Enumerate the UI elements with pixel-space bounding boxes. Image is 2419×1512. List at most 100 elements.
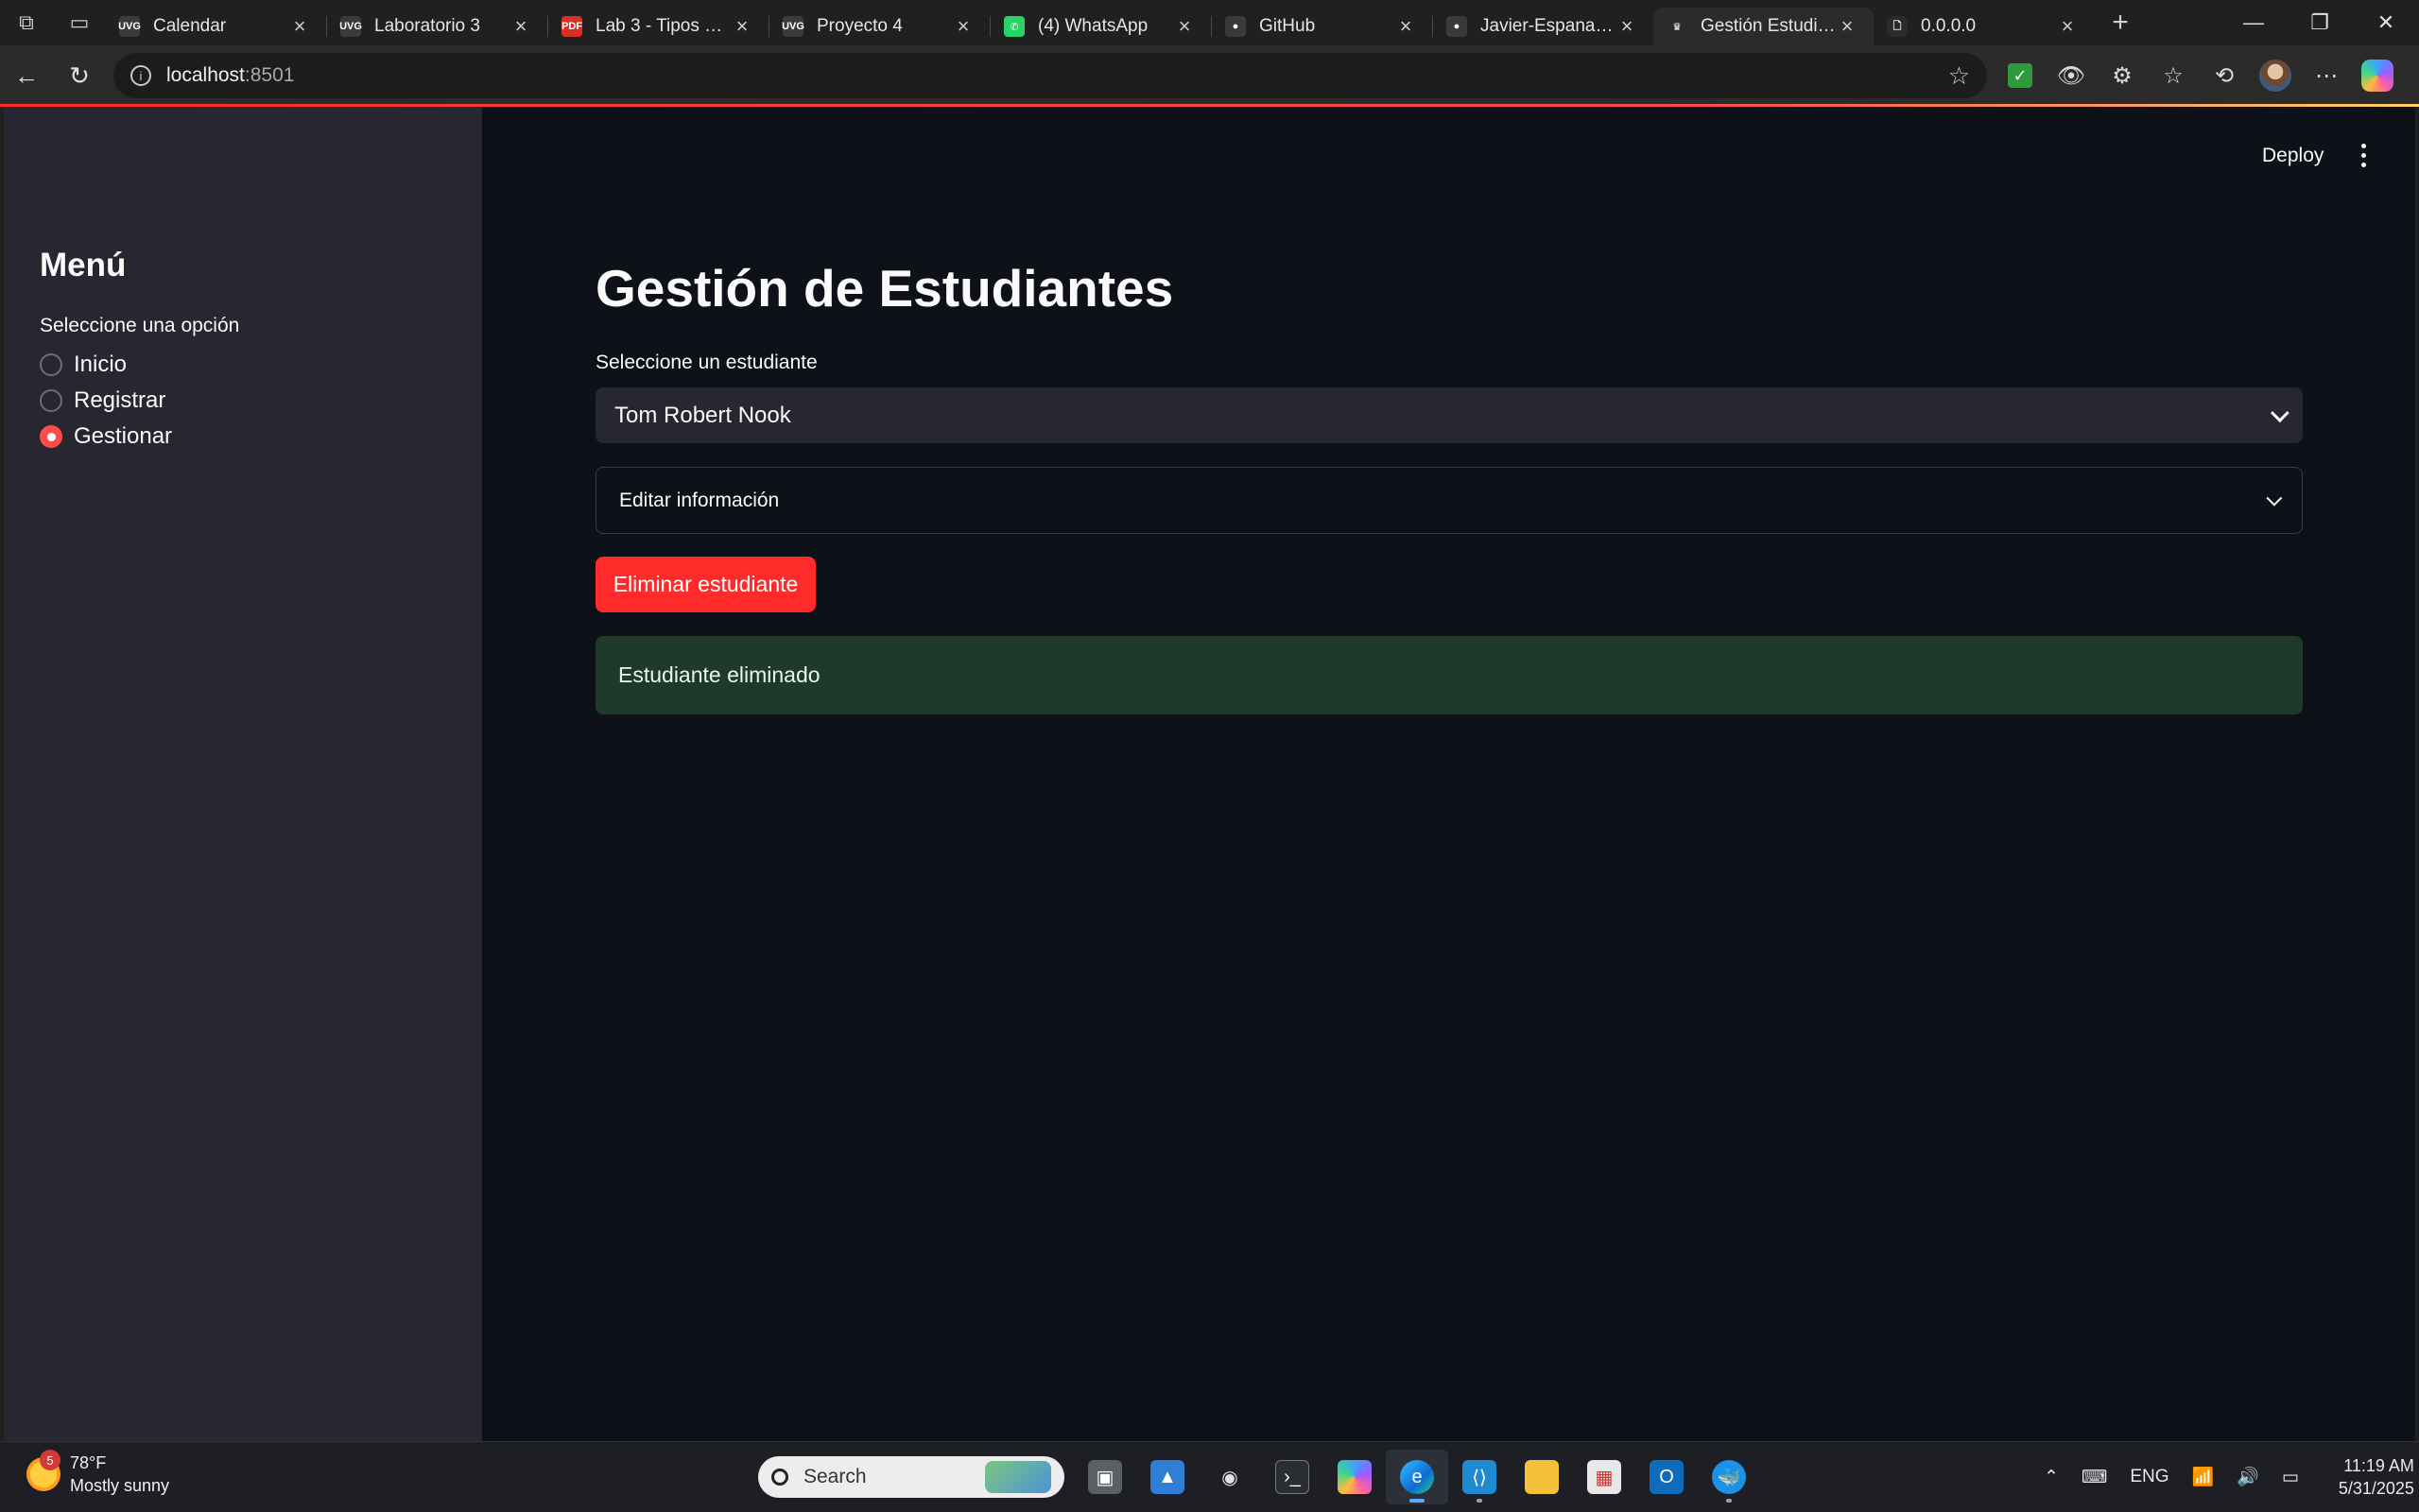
chevron-down-icon[interactable] bbox=[2266, 490, 2283, 507]
student-selectbox[interactable]: Tom Robert Nook bbox=[596, 387, 2303, 443]
restore-icon[interactable]: ❐ bbox=[2287, 0, 2353, 45]
start-button[interactable] bbox=[686, 1450, 749, 1504]
weather-text: 78°F Mostly sunny bbox=[70, 1452, 169, 1497]
window-controls: — ❐ ✕ bbox=[2220, 0, 2419, 45]
history-icon[interactable]: ⟲ bbox=[2199, 53, 2250, 98]
file-explorer-app[interactable] bbox=[1511, 1450, 1573, 1504]
keyboard-icon[interactable]: ⌨ bbox=[2082, 1467, 2107, 1488]
close-tab-icon[interactable]: × bbox=[1173, 14, 1196, 39]
terminal-icon: ›_ bbox=[1275, 1460, 1309, 1494]
browser-tab[interactable]: UVG Laboratorio 3 × bbox=[327, 8, 547, 45]
outlook-icon: O bbox=[1650, 1460, 1684, 1494]
edge-app[interactable]: e bbox=[1386, 1450, 1448, 1504]
close-tab-icon[interactable]: × bbox=[952, 14, 975, 39]
vscode-app[interactable]: ⟨⟩ bbox=[1448, 1450, 1511, 1504]
photos-app[interactable]: ▲ bbox=[1136, 1450, 1199, 1504]
alienware-app[interactable]: ◉ bbox=[1199, 1450, 1261, 1504]
address-bar[interactable]: i localhost:8501 ☆ bbox=[113, 53, 1987, 98]
favorite-star-icon[interactable]: ☆ bbox=[1948, 61, 1970, 91]
docker-app[interactable]: 🐳 bbox=[1698, 1450, 1760, 1504]
browser-tab[interactable]: ● Javier-Espana/DB × bbox=[1433, 8, 1653, 45]
search-highlight-image bbox=[985, 1461, 1051, 1493]
weather-temp: 78°F bbox=[70, 1453, 107, 1472]
browser-tab[interactable]: UVG Proyecto 4 × bbox=[769, 8, 990, 45]
tab-title: 0.0.0.0 bbox=[1921, 16, 1977, 36]
radio-circle-icon[interactable] bbox=[40, 353, 62, 376]
edit-info-expander[interactable]: Editar información bbox=[596, 467, 2303, 534]
taskbar-search[interactable]: Search bbox=[758, 1456, 1064, 1498]
outlook-app[interactable]: O bbox=[1635, 1450, 1698, 1504]
radio-option-gestionar[interactable]: Gestionar bbox=[40, 419, 172, 455]
tab-title: GitHub bbox=[1259, 16, 1316, 36]
language-indicator[interactable]: ENG bbox=[2130, 1467, 2168, 1487]
copilot-taskbar-icon bbox=[1338, 1460, 1372, 1494]
weather-desc: Mostly sunny bbox=[70, 1476, 170, 1495]
chevron-down-icon[interactable] bbox=[2270, 403, 2289, 422]
radio-option-label: Registrar bbox=[74, 387, 166, 413]
more-menu-icon[interactable]: ⋯ bbox=[2301, 53, 2352, 98]
success-message: Estudiante eliminado bbox=[618, 662, 821, 687]
radio-option-inicio[interactable]: Inicio bbox=[40, 347, 172, 383]
sidebar: Menú Seleccione una opción Inicio Regist… bbox=[4, 107, 482, 1441]
radio-option-registrar[interactable]: Registrar bbox=[40, 383, 172, 419]
close-tab-icon[interactable]: × bbox=[2056, 14, 2079, 39]
refresh-icon[interactable]: ↻ bbox=[53, 49, 106, 102]
vscode-icon: ⟨⟩ bbox=[1462, 1460, 1496, 1494]
browser-tab[interactable]: ● GitHub × bbox=[1212, 8, 1432, 45]
weather-widget[interactable]: 5 78°F Mostly sunny bbox=[26, 1450, 169, 1497]
browser-tab[interactable]: ✆ (4) WhatsApp × bbox=[991, 8, 1211, 45]
profile-avatar[interactable] bbox=[2250, 53, 2301, 98]
close-tab-icon[interactable]: × bbox=[1616, 14, 1638, 39]
deploy-button[interactable]: Deploy bbox=[2262, 145, 2324, 167]
extensions-icon[interactable]: ⚙ bbox=[2097, 53, 2148, 98]
selected-student-value: Tom Robert Nook bbox=[614, 402, 791, 428]
uvg-icon: UVG bbox=[339, 16, 362, 37]
close-tab-icon[interactable]: × bbox=[731, 14, 753, 39]
clock[interactable]: 11:19 AM 5/31/2025 bbox=[2327, 1454, 2419, 1500]
browser-tab[interactable]: UVG Calendar × bbox=[106, 8, 326, 45]
task-view-button[interactable]: ▣ bbox=[1074, 1450, 1136, 1504]
browser-extensions: ✓ 👁 ⚙ ☆ ⟲ ⋯ bbox=[1995, 53, 2403, 98]
close-tab-icon[interactable]: × bbox=[1836, 14, 1858, 39]
browser-tab[interactable]: PDF Lab 3 - Tipos de d × bbox=[548, 8, 769, 45]
workspaces-icon[interactable]: ⧉ bbox=[0, 0, 53, 45]
extension-check-icon[interactable]: ✓ bbox=[1995, 53, 2046, 98]
tab-actions-icon[interactable]: ▭ bbox=[53, 0, 106, 45]
tab-title: (4) WhatsApp bbox=[1038, 16, 1149, 36]
clock-time: 11:19 AM bbox=[2343, 1456, 2414, 1475]
radio-circle-icon[interactable] bbox=[40, 389, 62, 412]
close-tab-icon[interactable]: × bbox=[1394, 14, 1417, 39]
browser-tab[interactable]: ♛ Gestión Estudiant × bbox=[1653, 8, 1874, 45]
tab-title: Laboratorio 3 bbox=[374, 16, 480, 36]
radio-option-label: Gestionar bbox=[74, 423, 173, 449]
delete-student-button[interactable]: Eliminar estudiante bbox=[596, 557, 816, 612]
tab-title: Proyecto 4 bbox=[817, 16, 903, 36]
main-menu-icon[interactable] bbox=[2352, 141, 2375, 169]
browser-tab[interactable]: 🗋 0.0.0.0 × bbox=[1874, 8, 2094, 45]
uvg-icon: UVG bbox=[782, 16, 804, 37]
taskbar-apps: Search ▣ ▲ ◉ ›_ e ⟨⟩ ▦ O 🐳 bbox=[686, 1450, 1760, 1504]
new-tab-button[interactable]: + bbox=[2094, 7, 2147, 39]
chevron-up-icon[interactable]: ⌃ bbox=[2044, 1467, 2059, 1488]
close-window-icon[interactable]: ✕ bbox=[2353, 0, 2419, 45]
battery-icon[interactable]: ▭ bbox=[2282, 1467, 2299, 1488]
copilot-icon[interactable] bbox=[2352, 53, 2403, 98]
extension-eye-icon[interactable]: 👁 bbox=[2046, 53, 2097, 98]
radio-option-label: Inicio bbox=[74, 352, 128, 377]
wifi-icon[interactable]: 📶 bbox=[2192, 1466, 2215, 1488]
volume-icon[interactable]: 🔊 bbox=[2237, 1466, 2259, 1488]
copilot-app[interactable] bbox=[1323, 1450, 1386, 1504]
back-icon[interactable]: ← bbox=[0, 49, 53, 102]
store-app[interactable]: ▦ bbox=[1573, 1450, 1635, 1504]
close-tab-icon[interactable]: × bbox=[510, 14, 532, 39]
photos-icon: ▲ bbox=[1150, 1460, 1184, 1494]
site-info-icon[interactable]: i bbox=[130, 65, 151, 86]
favorites-icon[interactable]: ☆ bbox=[2148, 53, 2199, 98]
minimize-icon[interactable]: — bbox=[2220, 0, 2287, 45]
close-tab-icon[interactable]: × bbox=[288, 14, 311, 39]
tab-title: Gestión Estudiant bbox=[1701, 16, 1836, 36]
radio-checked-icon[interactable] bbox=[40, 425, 62, 448]
browser-tab-strip: ⧉ ▭ UVG Calendar × UVG Laboratorio 3 × PDF Lab … bbox=[0, 0, 2419, 45]
clock-date: 5/31/2025 bbox=[2338, 1479, 2414, 1498]
terminal-app[interactable]: ›_ bbox=[1261, 1450, 1323, 1504]
